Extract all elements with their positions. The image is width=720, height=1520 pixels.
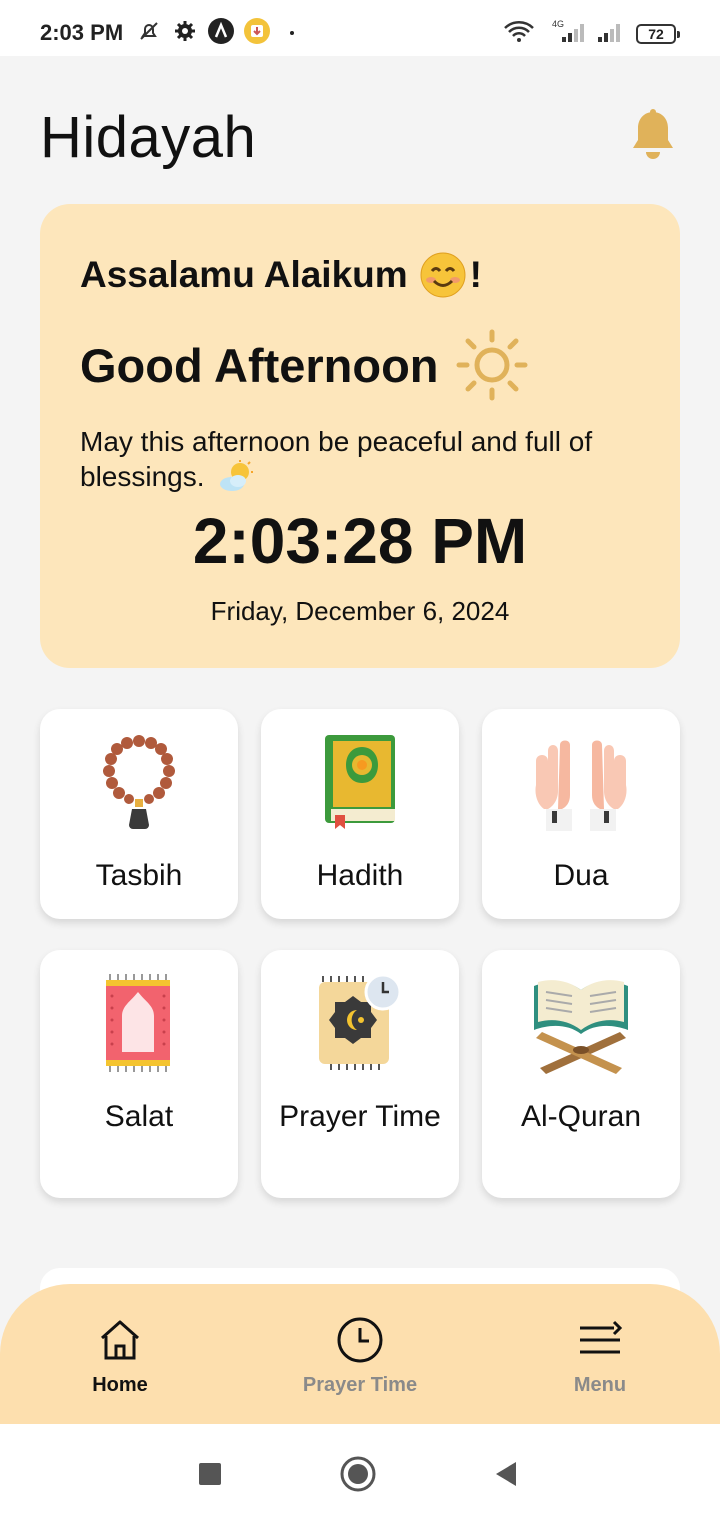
nav-prayer-time[interactable]: Prayer Time bbox=[280, 1316, 440, 1397]
app-title: Hidayah bbox=[40, 105, 257, 170]
sun-behind-cloud-icon bbox=[218, 460, 254, 492]
download-notif-icon bbox=[244, 18, 270, 44]
nav-home[interactable]: Home bbox=[40, 1316, 200, 1397]
prayer-mat-icon bbox=[88, 972, 190, 1074]
nav-label: Prayer Time bbox=[302, 1374, 418, 1396]
home-icon bbox=[96, 1316, 144, 1364]
current-date: Friday, December 6, 2024 bbox=[210, 596, 510, 626]
notification-dot bbox=[290, 31, 294, 35]
greeting-message: May this afternoon be peaceful and full … bbox=[80, 424, 660, 494]
status-bar: 2:03 PM 4G 72 bbox=[0, 0, 720, 56]
feature-label: Salat bbox=[104, 1100, 174, 1133]
period-heading: Good Afternoon bbox=[80, 328, 529, 402]
open-quran-icon bbox=[530, 972, 632, 1074]
svg-text:4G: 4G bbox=[552, 19, 564, 29]
feature-tile-prayer-time[interactable]: Prayer Time bbox=[261, 950, 459, 1198]
bottom-navigation: Home Prayer Time Menu bbox=[0, 1284, 720, 1424]
nav-label: Home bbox=[92, 1374, 148, 1396]
nav-label: Menu bbox=[573, 1374, 627, 1396]
feature-label: Tasbih bbox=[95, 859, 183, 892]
feature-tile-dua[interactable]: Dua bbox=[482, 709, 680, 919]
feature-label: Prayer Time bbox=[279, 1100, 441, 1133]
prayer-clock-icon bbox=[309, 972, 411, 1074]
feature-label: Al-Quran bbox=[520, 1100, 642, 1133]
book-icon bbox=[309, 731, 411, 833]
home-circle-icon[interactable] bbox=[340, 1456, 376, 1492]
greeting-card: Assalamu Alaikum ! Good Afternoon May th… bbox=[40, 204, 680, 668]
nav-menu[interactable]: Menu bbox=[520, 1316, 680, 1397]
battery-indicator: 72 bbox=[636, 24, 680, 44]
clock-icon bbox=[336, 1316, 384, 1364]
prayer-beads-icon bbox=[88, 731, 190, 833]
app-a-icon bbox=[208, 18, 234, 44]
feature-tile-salat[interactable]: Salat bbox=[40, 950, 238, 1198]
wifi-icon bbox=[502, 18, 536, 44]
salam-suffix: ! bbox=[469, 254, 482, 295]
mute-bell-icon bbox=[136, 18, 162, 44]
settings-gear-icon bbox=[172, 18, 198, 44]
praying-hands-icon bbox=[530, 731, 632, 833]
feature-tile-tasbih[interactable]: Tasbih bbox=[40, 709, 238, 919]
back-triangle-icon[interactable] bbox=[490, 1456, 526, 1492]
menu-icon bbox=[576, 1316, 624, 1364]
salam-heading: Assalamu Alaikum ! bbox=[80, 252, 482, 298]
sun-icon bbox=[455, 328, 529, 402]
status-time: 2:03 PM bbox=[40, 20, 124, 45]
smiling-face-icon bbox=[420, 252, 466, 298]
period-text: Good Afternoon bbox=[80, 338, 439, 392]
feature-label: Dua bbox=[553, 859, 609, 892]
live-clock: 2:03:28 PM bbox=[192, 505, 528, 577]
signal-4g-icon: 4G bbox=[548, 18, 590, 44]
greeting-message-text: May this afternoon be peaceful and full … bbox=[80, 426, 593, 492]
salam-text: Assalamu Alaikum bbox=[80, 254, 408, 295]
feature-label: Hadith bbox=[316, 859, 404, 892]
feature-tile-al-quran[interactable]: Al-Quran bbox=[482, 950, 680, 1198]
bell-icon[interactable] bbox=[630, 108, 676, 162]
feature-tile-hadith[interactable]: Hadith bbox=[261, 709, 459, 919]
recents-square-icon[interactable] bbox=[192, 1456, 228, 1492]
system-navigation-bar bbox=[0, 1424, 720, 1520]
signal-icon bbox=[596, 18, 626, 44]
